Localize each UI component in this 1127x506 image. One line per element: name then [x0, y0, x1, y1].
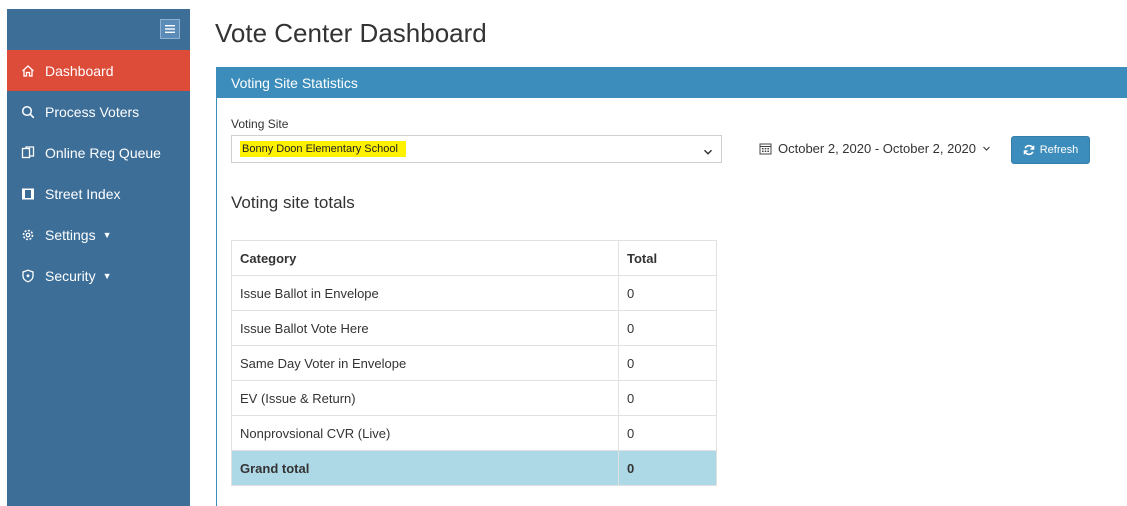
voting-site-select[interactable]: Bonny Doon Elementary School: [231, 135, 722, 163]
sidebar-item-label: Online Reg Queue: [45, 144, 161, 161]
sidebar-item-settings[interactable]: Settings ▼: [7, 214, 190, 255]
copy-icon: [20, 145, 36, 161]
table-row: Same Day Voter in Envelope 0: [231, 345, 717, 381]
totals-table: Category Total Issue Ballot in Envelope …: [231, 240, 717, 486]
voting-site-selected-value: Bonny Doon Elementary School: [240, 141, 406, 157]
search-icon: [20, 104, 36, 120]
sidebar-item-label: Dashboard: [45, 62, 114, 79]
home-icon: [20, 63, 36, 79]
panel-header: Voting Site Statistics: [217, 67, 1127, 98]
category-cell: Issue Ballot Vote Here: [231, 310, 619, 346]
sidebar-item-label: Settings: [45, 226, 96, 243]
total-cell: 0: [618, 275, 717, 311]
sidebar-item-street-index[interactable]: Street Index: [7, 173, 190, 214]
page-title: Vote Center Dashboard: [215, 18, 487, 48]
refresh-button[interactable]: Refresh: [1011, 136, 1090, 164]
category-cell: Same Day Voter in Envelope: [231, 345, 619, 381]
table-row: Nonprovsional CVR (Live) 0: [231, 415, 717, 451]
sidebar-item-dashboard[interactable]: Dashboard: [7, 50, 190, 91]
table-row: EV (Issue & Return) 0: [231, 380, 717, 416]
sidebar: Dashboard Process Voters Online Reg Queu…: [7, 9, 190, 506]
total-cell: 0: [618, 415, 717, 451]
chevron-down-icon: [703, 144, 713, 162]
gear-icon: [20, 227, 36, 243]
category-cell: Issue Ballot in Envelope: [231, 275, 619, 311]
sidebar-item-label: Security: [45, 267, 96, 284]
grand-total-row: Grand total 0: [231, 450, 717, 486]
total-cell: 0: [618, 345, 717, 381]
shield-icon: [20, 268, 36, 284]
total-cell: 0: [618, 310, 717, 346]
date-range-value: October 2, 2020 - October 2, 2020: [778, 141, 977, 156]
category-cell: Nonprovsional CVR (Live): [231, 415, 619, 451]
sidebar-item-process-voters[interactable]: Process Voters: [7, 91, 190, 132]
grand-total-value: 0: [618, 450, 717, 486]
sidebar-item-online-reg-queue[interactable]: Online Reg Queue: [7, 132, 190, 173]
refresh-icon: [1023, 144, 1035, 156]
caret-down-icon: ▼: [102, 270, 112, 281]
chevron-down-icon: [982, 144, 991, 153]
refresh-label: Refresh: [1039, 144, 1079, 156]
sidebar-item-label: Street Index: [45, 185, 121, 202]
hamburger-icon: [165, 25, 175, 33]
table-row: Issue Ballot in Envelope 0: [231, 275, 717, 311]
calendar-icon: [759, 142, 772, 155]
sidebar-item-security[interactable]: Security ▼: [7, 255, 190, 296]
table-header-row: Category Total: [231, 240, 717, 276]
table-row: Issue Ballot Vote Here 0: [231, 310, 717, 346]
column-header-total: Total: [618, 240, 717, 276]
category-cell: EV (Issue & Return): [231, 380, 619, 416]
menu-toggle-button[interactable]: [160, 19, 180, 39]
grand-total-label: Grand total: [231, 450, 619, 486]
caret-down-icon: ▼: [102, 229, 112, 240]
sidebar-item-label: Process Voters: [45, 103, 140, 120]
total-cell: 0: [618, 380, 717, 416]
section-title: Voting site totals: [231, 193, 355, 212]
columns-icon: [20, 186, 36, 202]
sidebar-header: [7, 9, 190, 50]
column-header-category: Category: [231, 240, 619, 276]
date-range-picker[interactable]: October 2, 2020 - October 2, 2020: [759, 141, 991, 156]
voting-site-label: Voting Site: [231, 117, 289, 131]
